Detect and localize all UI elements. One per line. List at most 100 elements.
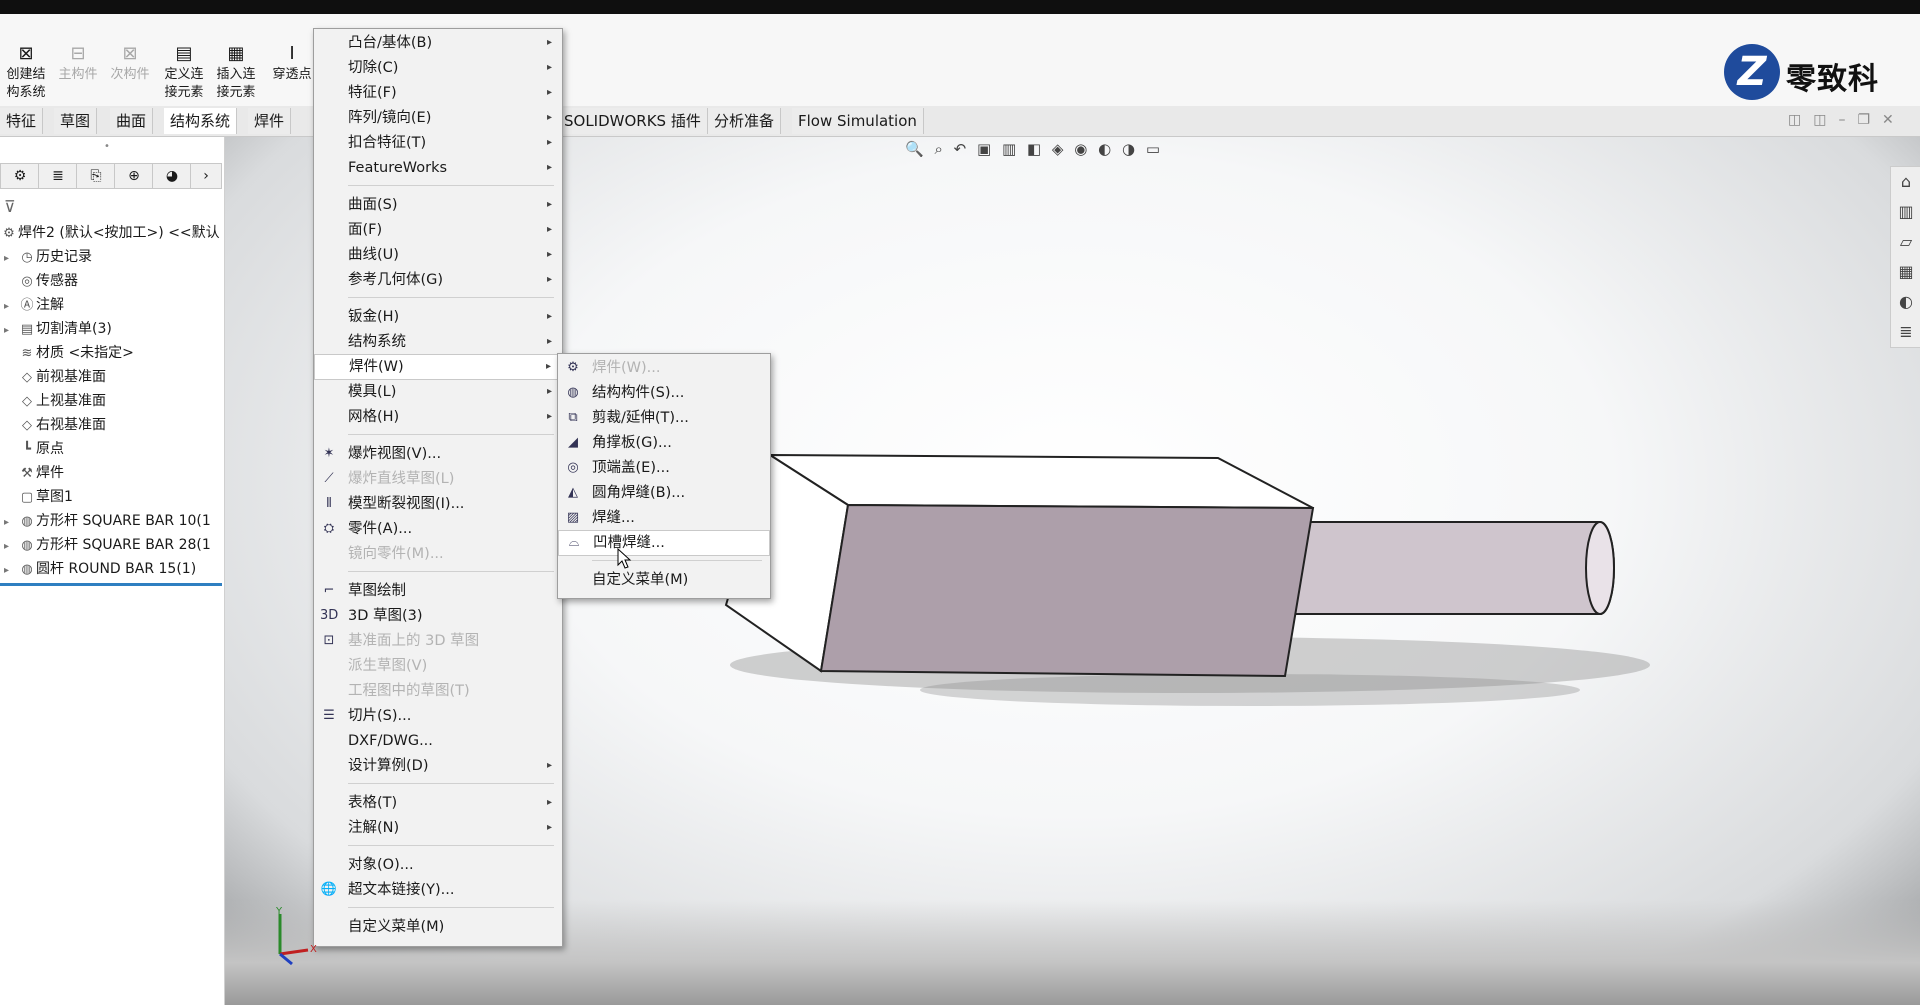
menu-item-features[interactable]: 特征(F) ▸: [314, 81, 562, 105]
menu-item-design-study[interactable]: 设计算例(D) ▸: [314, 754, 562, 778]
zoom-to-fit-icon[interactable]: 🔍: [905, 140, 924, 158]
zoom-area-icon[interactable]: ⌕: [934, 140, 942, 158]
view-orientation-icon[interactable]: ◧: [1027, 140, 1041, 158]
configuration-manager-tab-icon[interactable]: ⎘: [76, 163, 116, 189]
filter-icon[interactable]: ⊽: [4, 197, 16, 216]
tree-item-label: 传感器: [36, 273, 78, 289]
menu-item-customize-menu[interactable]: 自定义菜单(M): [314, 915, 562, 939]
submenu-item-end-cap[interactable]: ◎ 顶端盖(E)...: [558, 456, 770, 480]
tree-item-square-bar-28[interactable]: ▸ ◍ 方形杆 SQUARE BAR 28(1: [4, 534, 211, 556]
custom-properties-icon[interactable]: ≣: [1891, 317, 1920, 347]
submenu-item-trim-extend[interactable]: ⧉ 剪裁/延伸(T)...: [558, 406, 770, 430]
tree-item-material[interactable]: ≋ 材质 <未指定>: [4, 342, 134, 364]
menu-item-dxf-dwg[interactable]: DXF/DWG...: [314, 729, 562, 753]
tree-item-sketch1[interactable]: ▢ 草图1: [4, 486, 73, 508]
tree-item-history[interactable]: ▸ ◷ 历史记录: [4, 246, 92, 268]
property-manager-tab-icon[interactable]: ≣: [38, 163, 78, 189]
design-library-icon[interactable]: ▥: [1891, 197, 1920, 227]
maximize-icon[interactable]: ❐: [1857, 112, 1882, 128]
restore-right-icon[interactable]: ◫: [1813, 112, 1838, 128]
display-manager-tab-icon[interactable]: ◕: [152, 163, 192, 189]
expand-arrow-icon[interactable]: ▸: [4, 536, 18, 558]
display-style-icon[interactable]: ◈: [1052, 140, 1064, 158]
previous-view-icon[interactable]: ↶: [954, 140, 967, 158]
square-bar-top-face[interactable]: [766, 453, 1314, 509]
menu-item-structure-system[interactable]: 结构系统 ▸: [314, 330, 562, 354]
menu-item-fastening-feature[interactable]: 扣合特征(T) ▸: [314, 131, 562, 155]
menu-item-object[interactable]: 对象(O)...: [314, 853, 562, 877]
home-icon[interactable]: ⌂: [1891, 167, 1920, 197]
submenu-item-gusset[interactable]: ◢ 角撑板(G)...: [558, 431, 770, 455]
submenu-item-structural-member[interactable]: ◍ 结构构件(S)...: [558, 381, 770, 405]
fillet-bead-icon: ◭: [568, 485, 578, 500]
menu-item-mirror-part[interactable]: 镜向零件(M)...: [314, 542, 562, 566]
close-icon[interactable]: ✕: [1882, 112, 1906, 128]
menu-item-pattern-mirror[interactable]: 阵列/镜向(E) ▸: [314, 106, 562, 130]
menu-item-explode-line-sketch[interactable]: ⟋ 爆炸直线草图(L): [314, 467, 562, 491]
menu-item-3d-sketch[interactable]: 3D 3D 草图(3): [314, 604, 562, 628]
menu-item-derived-sketch[interactable]: 派生草图(V): [314, 654, 562, 678]
menu-item-tables[interactable]: 表格(T) ▸: [314, 791, 562, 815]
minimize-icon[interactable]: –: [1838, 112, 1857, 128]
expand-arrow-icon[interactable]: ▸: [4, 248, 18, 270]
menu-item-3d-sketch-on-plane[interactable]: ⊡ 基准面上的 3D 草图: [314, 629, 562, 653]
expand-arrow-icon[interactable]: ▸: [4, 296, 18, 318]
tree-item-square-bar-10[interactable]: ▸ ◍ 方形杆 SQUARE BAR 10(1: [4, 510, 211, 532]
view-palette-icon[interactable]: ▦: [1891, 257, 1920, 287]
view-settings-icon[interactable]: ▭: [1146, 140, 1160, 158]
menu-item-part[interactable]: ⛭ 零件(A)...: [314, 517, 562, 541]
tree-item-sensors[interactable]: ◎ 传感器: [4, 270, 78, 292]
chevron-right-icon[interactable]: ›: [190, 163, 222, 189]
menu-item-annotations[interactable]: 注解(N) ▸: [314, 816, 562, 840]
tree-item-origin[interactable]: ┗ 原点: [4, 438, 64, 460]
hide-show-items-icon[interactable]: ◉: [1074, 140, 1087, 158]
restore-left-icon[interactable]: ◫: [1788, 112, 1813, 128]
menu-item-weldments[interactable]: 焊件(W) ▸: [314, 354, 562, 380]
expand-arrow-icon[interactable]: ▸: [4, 320, 18, 342]
submenu-item-weldment[interactable]: ⚙ 焊件(W)...: [558, 356, 770, 380]
menu-item-surface[interactable]: 曲面(S) ▸: [314, 193, 562, 217]
menu-item-sketch[interactable]: ⌐ 草图绘制: [314, 579, 562, 603]
appearances-icon[interactable]: ◐: [1891, 287, 1920, 317]
submenu-item-weld-bead[interactable]: ▨ 焊缝...: [558, 506, 770, 530]
menu-item-curve[interactable]: 曲线(U) ▸: [314, 243, 562, 267]
tree-item-annotations[interactable]: ▸ Ⓐ 注解: [4, 294, 64, 316]
menu-item-cut[interactable]: 切除(C) ▸: [314, 56, 562, 80]
submenu-item-customize-menu[interactable]: 自定义菜单(M): [558, 568, 770, 592]
feature-manager-tab-icon[interactable]: ⚙: [0, 163, 40, 189]
file-explorer-icon[interactable]: ▱: [1891, 227, 1920, 257]
section-view-icon[interactable]: ▣: [977, 140, 991, 158]
dimxpert-tab-icon[interactable]: ⊕: [114, 163, 154, 189]
submenu-item-groove-weld[interactable]: ⌓ 凹槽焊缝...: [558, 530, 770, 556]
expand-arrow-icon[interactable]: ▸: [4, 512, 18, 534]
menu-item-boss-base[interactable]: 凸台/基体(B) ▸: [314, 31, 562, 55]
tree-item-round-bar-15[interactable]: ▸ ◍ 圆杆 ROUND BAR 15(1): [4, 558, 196, 580]
apply-scene-icon[interactable]: ◑: [1122, 140, 1135, 158]
menu-item-exploded-view[interactable]: ✶ 爆炸视图(V)...: [314, 442, 562, 466]
round-bar-end[interactable]: [1585, 521, 1615, 615]
menu-item-mesh[interactable]: 网格(H) ▸: [314, 405, 562, 429]
square-bar-front-face[interactable]: [819, 503, 1315, 678]
tree-item-cut-list[interactable]: ▸ ▤ 切割清单(3): [4, 318, 112, 340]
menu-item-slice[interactable]: ☰ 切片(S)...: [314, 704, 562, 728]
menu-item-reference-geometry[interactable]: 参考几何体(G) ▸: [314, 268, 562, 292]
dynamic-annotation-icon[interactable]: ▥: [1002, 140, 1016, 158]
menu-item-face[interactable]: 面(F) ▸: [314, 218, 562, 242]
menu-item-sheet-metal[interactable]: 钣金(H) ▸: [314, 305, 562, 329]
tree-item-weldment[interactable]: ⚒ 焊件: [4, 462, 64, 484]
menu-separator: [348, 185, 554, 186]
tree-root[interactable]: ⚙ 焊件2 (默认<按加工>) <<默认: [0, 222, 219, 244]
edit-appearance-icon[interactable]: ◐: [1098, 140, 1111, 158]
menu-item-hyperlink[interactable]: 🌐 超文本链接(Y)...: [314, 878, 562, 902]
menu-item-sketch-from-drawing[interactable]: 工程图中的草图(T): [314, 679, 562, 703]
menu-item-model-break-view[interactable]: ⫴ 模型断裂视图(I)...: [314, 492, 562, 516]
tree-item-front-plane[interactable]: ◇ 前视基准面: [4, 366, 106, 388]
menu-item-featureworks[interactable]: FeatureWorks ▸: [314, 156, 562, 180]
tree-item-right-plane[interactable]: ◇ 右视基准面: [4, 414, 106, 436]
tree-scrollbar[interactable]: [0, 583, 222, 586]
submenu-item-fillet-bead[interactable]: ◭ 圆角焊缝(B)...: [558, 481, 770, 505]
tree-item-top-plane[interactable]: ◇ 上视基准面: [4, 390, 106, 412]
menu-item-molds[interactable]: 模具(L) ▸: [314, 380, 562, 404]
expand-arrow-icon[interactable]: ▸: [4, 560, 18, 582]
panel-grip-icon[interactable]: •: [104, 141, 110, 152]
